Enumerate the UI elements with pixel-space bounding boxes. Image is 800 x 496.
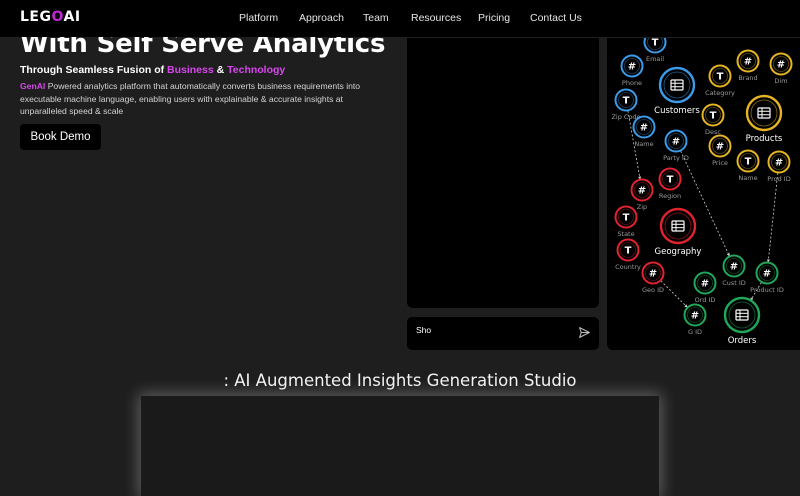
attribute-label: Email: [646, 55, 664, 63]
attribute-node-cname[interactable]: # Name: [632, 115, 656, 149]
number-type-icon: #: [744, 57, 752, 68]
number-type-icon: #: [763, 269, 771, 280]
chat-output-panel: [407, 38, 599, 308]
text-type-icon: T: [652, 38, 659, 49]
studio-title: : AI Augmented Insights Generation Studi…: [223, 371, 577, 390]
attribute-label: Region: [659, 192, 681, 200]
attribute-label: Name: [634, 140, 653, 148]
attribute-node-gid[interactable]: # G ID: [683, 303, 707, 337]
attribute-label: Brand: [738, 74, 757, 82]
attribute-node-geoid[interactable]: # Geo ID: [641, 261, 665, 295]
logo[interactable]: LEGOAI: [20, 9, 81, 25]
attribute-label: Phone: [622, 79, 642, 87]
text-type-icon: T: [710, 111, 717, 122]
attribute-node-state[interactable]: T State: [614, 205, 638, 239]
nav-link-team[interactable]: Team: [363, 12, 389, 24]
number-type-icon: #: [649, 269, 657, 280]
nav-link-pricing[interactable]: Pricing: [478, 12, 510, 24]
attribute-node-ordid[interactable]: # Ord ID: [693, 271, 717, 305]
text-type-icon: T: [623, 96, 630, 107]
attribute-node-country[interactable]: T Country: [615, 238, 641, 272]
nav-link-platform[interactable]: Platform: [239, 12, 278, 24]
attribute-node-desc[interactable]: TDesc: [701, 103, 725, 137]
attribute-label: Zip: [637, 203, 647, 211]
attribute-node-category[interactable]: T Category: [705, 64, 735, 98]
hero-subtitle: Through Seamless Fusion of Business & Te…: [20, 64, 286, 76]
entity-node-products[interactable]: Products: [746, 94, 783, 144]
chat-input[interactable]: [414, 321, 568, 339]
hero-description: GenAI Powered analytics platform that au…: [20, 81, 361, 116]
attribute-label: Party ID: [663, 154, 689, 162]
text-type-icon: T: [745, 157, 752, 168]
attribute-node-dim[interactable]: # Dim: [769, 52, 793, 86]
text-type-icon: T: [623, 213, 630, 224]
entity-node-orders[interactable]: Orders: [723, 296, 761, 346]
attribute-label: Geo ID: [642, 286, 664, 294]
entity-graph: Customers Products Geography Orders T Email # P…: [611, 38, 793, 346]
attribute-node-price[interactable]: # Price: [708, 134, 732, 168]
attribute-label: Ord ID: [695, 296, 716, 304]
entity-graph-panel: Customers Products Geography Orders T Email # P…: [607, 38, 800, 350]
attribute-label: State: [617, 230, 634, 238]
attribute-label: G ID: [688, 328, 702, 336]
attribute-label: Country: [615, 263, 641, 271]
number-type-icon: #: [777, 60, 785, 71]
chat-input-bar: [407, 317, 599, 350]
graph-edge: [766, 172, 779, 263]
graph-edge: [660, 280, 688, 308]
attribute-node-prodid[interactable]: # Prod ID: [767, 150, 791, 184]
attribute-node-zip[interactable]: # Zip: [630, 178, 654, 212]
attribute-node-phone[interactable]: # Phone: [620, 54, 644, 88]
text-type-icon: T: [625, 246, 632, 257]
attribute-node-custid[interactable]: # Cust ID: [722, 254, 746, 288]
attribute-node-region[interactable]: T Region: [658, 167, 682, 201]
entity-label: Geography: [655, 247, 702, 257]
number-type-icon: #: [701, 279, 709, 290]
attribute-label: Category: [705, 89, 735, 97]
send-icon[interactable]: [578, 326, 591, 339]
attribute-node-pname[interactable]: T Name: [736, 149, 760, 183]
nav-link-contact-us[interactable]: Contact Us: [530, 12, 582, 24]
number-type-icon: #: [638, 186, 646, 197]
attribute-node-productid[interactable]: # Product ID: [750, 261, 784, 295]
number-type-icon: #: [716, 142, 724, 153]
attribute-node-email[interactable]: T Email: [643, 38, 667, 63]
attribute-label: Product ID: [750, 286, 784, 294]
entity-label: Customers: [654, 106, 700, 116]
attribute-node-partyid[interactable]: # Party ID: [663, 129, 689, 163]
number-type-icon: #: [640, 123, 648, 134]
attribute-label: Price: [712, 159, 728, 167]
entity-node-customers[interactable]: Customers: [654, 66, 700, 116]
number-type-icon: #: [628, 62, 636, 73]
attribute-label: Name: [738, 174, 757, 182]
number-type-icon: #: [672, 137, 680, 148]
studio-frame: [141, 396, 659, 496]
number-type-icon: #: [730, 262, 738, 273]
book-demo-button[interactable]: Book Demo: [20, 124, 101, 150]
text-type-icon: T: [667, 175, 674, 186]
attribute-node-zipcode[interactable]: TZip Code: [611, 88, 641, 122]
number-type-icon: #: [691, 311, 699, 322]
nav-link-approach[interactable]: Approach: [299, 12, 344, 24]
text-type-icon: T: [717, 72, 724, 83]
entity-node-geography[interactable]: Geography: [655, 207, 702, 257]
top-nav: LEGOAI Platform Approach Team Resources …: [0, 0, 800, 37]
attribute-label: Prod ID: [767, 175, 790, 183]
attribute-node-brand[interactable]: # Brand: [736, 49, 760, 83]
entity-label: Orders: [728, 336, 757, 346]
attribute-label: Cust ID: [722, 279, 746, 287]
nav-link-resources[interactable]: Resources: [411, 12, 461, 24]
number-type-icon: #: [775, 158, 783, 169]
entity-label: Products: [746, 134, 783, 144]
attribute-label: Dim: [774, 77, 787, 85]
